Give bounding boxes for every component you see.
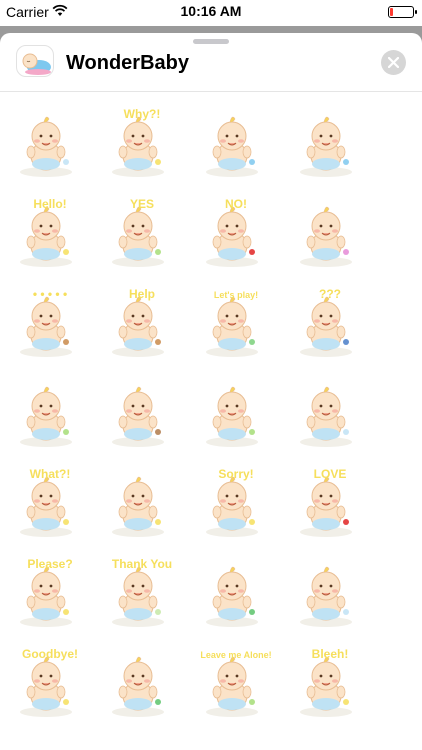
close-icon [388, 57, 399, 68]
sticker-caption: YES [130, 197, 154, 211]
sticker-bleeh-art: Bleeh! [300, 647, 352, 717]
sticker-caption: Sorry! [218, 467, 253, 481]
sticker-caption: Goodbye! [22, 647, 78, 661]
sticker-dreaming-art [300, 566, 352, 627]
sticker-sorry-art: Sorry! [206, 467, 258, 537]
sticker-why-art: Why?! [112, 107, 164, 177]
sticker-blanket-art [20, 386, 72, 447]
sticker-bath-art [300, 206, 352, 267]
sticker-money[interactable] [196, 558, 276, 638]
close-button[interactable] [381, 50, 406, 75]
sticker-caption: NO! [225, 197, 247, 211]
sticker-bleeh[interactable]: Bleeh! [290, 647, 370, 728]
header-divider [0, 91, 422, 92]
sticker-goodbye-art: Goodbye! [20, 647, 78, 717]
sticker-please[interactable]: Please? [10, 557, 90, 638]
sheet-grabber[interactable] [193, 39, 229, 44]
sticker-angry-art [112, 656, 164, 717]
sticker-cookie-art [112, 386, 164, 447]
sticker-blanket[interactable] [10, 378, 90, 458]
sticker-dots[interactable]: • • • • • [10, 287, 90, 368]
sticker-thank-you-art: Thank You [112, 557, 172, 627]
sticker-hurt-art [300, 386, 352, 447]
sticker-caption: Leave me Alone! [200, 650, 271, 660]
sticker-why[interactable]: Why?! [102, 107, 182, 188]
sticker-love-art: LOVE [300, 467, 352, 537]
status-bar: Carrier 10:16 AM [0, 0, 422, 26]
sticker-what[interactable]: What?! [10, 467, 90, 548]
sticker-eating[interactable] [196, 378, 276, 458]
sticker-yes[interactable]: YES [102, 197, 182, 278]
sticker-help-art: Help [112, 287, 164, 357]
sticker-thank-you[interactable]: Thank You [102, 557, 182, 638]
sticker-caption: Bleeh! [312, 647, 349, 661]
sticker-caption: Please? [27, 557, 72, 571]
app-title: WonderBaby [66, 52, 189, 74]
sticker-bottle[interactable] [10, 108, 90, 188]
sticker-please-art: Please? [20, 557, 73, 627]
sticker-idea-art [112, 476, 164, 537]
sticker-phone-art: ??? [300, 287, 352, 357]
sticker-caption: LOVE [314, 467, 347, 481]
sticker-leave-me-alone[interactable]: Leave me Alone! [196, 648, 276, 728]
sticker-crying-art [206, 116, 258, 177]
sticker-caption: Hello! [33, 197, 66, 211]
sticker-crying[interactable] [196, 108, 276, 188]
sticker-no[interactable]: NO! [196, 197, 276, 278]
sticker-caption: • • • • • [33, 287, 67, 301]
sticker-caption: ??? [319, 287, 341, 301]
sticker-no-art: NO! [206, 197, 258, 267]
sticker-love[interactable]: LOVE [290, 467, 370, 548]
sticker-hello-art: Hello! [20, 197, 72, 267]
battery-icon [388, 6, 417, 18]
sticker-what-art: What?! [20, 467, 72, 537]
baby-sleeping-icon [16, 45, 54, 77]
sticker-idea[interactable] [102, 468, 182, 548]
sticker-sheet: WonderBaby Why?! Hello! YES NO! • • • • … [0, 33, 422, 750]
sticker-bottle-art [20, 116, 72, 177]
sticker-phone[interactable]: ??? [290, 287, 370, 368]
sticker-lets-play[interactable]: Let's play! [196, 288, 276, 368]
sticker-caption: Let's play! [214, 290, 258, 300]
sticker-dreaming[interactable] [290, 558, 370, 638]
sticker-caption: Help [129, 287, 155, 301]
sticker-sleeping[interactable] [290, 108, 370, 188]
sticker-help[interactable]: Help [102, 287, 182, 368]
sticker-cookie[interactable] [102, 378, 182, 458]
sticker-eating-art [206, 386, 258, 447]
sticker-caption: What?! [30, 467, 71, 481]
sticker-lets-play-art: Let's play! [206, 290, 258, 357]
sticker-caption: Thank You [112, 557, 172, 571]
sticker-angry[interactable] [102, 648, 182, 728]
sticker-sleeping-art [300, 116, 352, 177]
sticker-dots-art: • • • • • [20, 287, 72, 357]
sticker-bath[interactable] [290, 198, 370, 278]
sticker-leave-me-alone-art: Leave me Alone! [200, 650, 272, 717]
sticker-money-art [206, 566, 258, 627]
status-time: 10:16 AM [180, 3, 242, 19]
sticker-hurt[interactable] [290, 378, 370, 458]
sticker-goodbye[interactable]: Goodbye! [10, 647, 90, 728]
sticker-yes-art: YES [112, 197, 164, 267]
sticker-caption: Why?! [124, 107, 161, 121]
sticker-sorry[interactable]: Sorry! [196, 467, 276, 548]
battery-level [390, 8, 393, 16]
sticker-hello[interactable]: Hello! [10, 197, 90, 278]
